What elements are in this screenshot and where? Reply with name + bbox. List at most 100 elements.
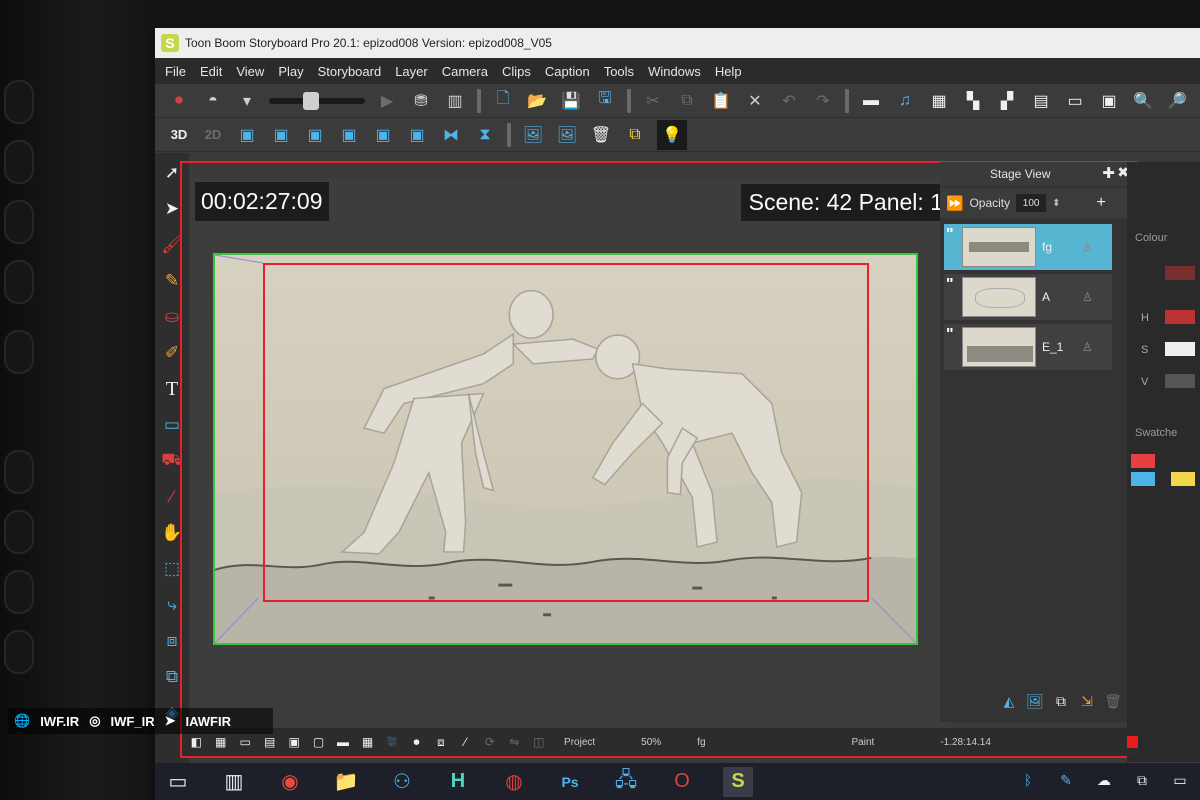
cut-icon[interactable]: ✂ <box>641 90 665 112</box>
safe-area-icon[interactable]: ▭ <box>236 732 254 752</box>
network-icon[interactable]: 🖧 <box>611 767 641 797</box>
field-guide-icon[interactable]: ▤ <box>260 732 278 752</box>
zoom-level[interactable]: 50% <box>641 737 661 748</box>
add-bitmap-layer-icon[interactable]: 🖼 <box>1026 690 1044 712</box>
h-app-icon[interactable]: H <box>443 767 473 797</box>
chrome-icon[interactable]: ◉ <box>275 767 305 797</box>
record-icon[interactable]: ⏺ <box>167 90 191 112</box>
menu-play[interactable]: Play <box>278 64 303 79</box>
thumbnails-icon[interactable]: ▞ <box>995 90 1019 112</box>
layer-visibility-icon[interactable]: ♙ <box>1082 290 1093 304</box>
layer-row-e1[interactable]: " E_1 ♙ <box>944 324 1112 370</box>
save-icon[interactable]: 💾 <box>559 90 583 112</box>
panel-view-icon[interactable]: ▚ <box>961 90 985 112</box>
sound-icon[interactable]: ♫ <box>893 90 917 112</box>
swatches-section-label[interactable]: Swatche <box>1135 427 1177 439</box>
paste-special-icon[interactable]: ▥ <box>443 90 467 112</box>
play-icon[interactable]: ▶ <box>375 90 399 112</box>
bluetooth-icon[interactable]: ᛒ <box>1018 769 1038 791</box>
task-view-icon[interactable]: ▭ <box>163 767 193 797</box>
save-as-icon[interactable]: 🖫 <box>593 90 617 112</box>
zoom-in-icon[interactable]: 🔍 <box>1131 90 1155 112</box>
layout-icon[interactable]: ▤ <box>1029 90 1053 112</box>
undo-icon[interactable]: ↶ <box>777 90 801 112</box>
opacity-field[interactable]: 100 <box>1016 194 1047 212</box>
plus-icon[interactable]: ✚ <box>1102 164 1115 182</box>
light-table-icon[interactable]: ⛆ <box>383 732 401 752</box>
playback-speed-slider[interactable] <box>269 91 365 110</box>
add-vector-layer-icon[interactable]: ◭ <box>1000 690 1018 712</box>
3d-icon[interactable]: 3D <box>167 124 191 146</box>
menu-help[interactable]: Help <box>715 64 742 79</box>
view-mode-select[interactable]: Project <box>564 737 595 748</box>
delete-icon[interactable]: ✕ <box>743 90 767 112</box>
zoom-out-icon[interactable]: 🔎 <box>1165 90 1189 112</box>
notification-icon[interactable]: ▭ <box>1170 769 1190 791</box>
caption-icon[interactable]: ⧈ <box>432 732 450 752</box>
merge-panel-icon[interactable]: ▣ <box>371 124 395 146</box>
grid-view-icon[interactable]: ▦ <box>927 90 951 112</box>
photoshop-icon[interactable]: Ps <box>555 767 585 797</box>
overscan-icon[interactable]: ▣ <box>285 732 303 752</box>
pen-icon[interactable]: ✎ <box>1056 769 1076 791</box>
new-scene-icon[interactable]: ▣ <box>405 124 429 146</box>
import-image-icon[interactable]: 🖼 <box>521 124 545 146</box>
connect-icon[interactable]: ⚇ <box>387 767 417 797</box>
open-folder-icon[interactable]: 📂 <box>525 90 549 112</box>
reset-view-icon[interactable]: ◫ <box>530 732 548 752</box>
storyboard-pro-icon[interactable]: S <box>723 766 753 797</box>
copy-icon[interactable]: ⧉ <box>675 90 699 112</box>
flip-icon[interactable]: ⇋ <box>505 732 523 752</box>
menu-storyboard[interactable]: Storyboard <box>318 64 382 79</box>
split-panel-icon[interactable]: ▣ <box>337 124 361 146</box>
timeline-icon[interactable]: ▭ <box>1063 90 1087 112</box>
menu-tools[interactable]: Tools <box>604 64 634 79</box>
overlay-icon[interactable]: ▣ <box>1097 90 1121 112</box>
hue-slider[interactable] <box>1165 310 1195 324</box>
menu-file[interactable]: File <box>165 64 186 79</box>
swatch-red[interactable] <box>1131 454 1155 468</box>
record-indicator-icon[interactable] <box>1126 736 1138 748</box>
saturation-slider[interactable] <box>1165 342 1195 356</box>
onion-skin-icon[interactable]: ◓ <box>201 90 225 112</box>
value-slider[interactable] <box>1165 374 1195 388</box>
layer-row-a[interactable]: " A ♙ <box>944 274 1112 320</box>
onion-skin-dropdown-icon[interactable]: ▾ <box>235 90 259 112</box>
export-image-icon[interactable]: 🖼 <box>555 124 579 146</box>
cloud-icon[interactable]: ☁ <box>1094 769 1114 791</box>
slider-thumb[interactable] <box>303 91 319 110</box>
camera-view-icon[interactable]: ◧ <box>187 732 205 752</box>
onion-icon[interactable]: ⏺ <box>407 732 425 752</box>
opera-icon[interactable]: O <box>667 767 697 797</box>
2d-icon[interactable]: 2D <box>201 124 225 146</box>
add-panel-before-icon[interactable]: ▣ <box>269 124 293 146</box>
file-explorer-icon[interactable]: 📁 <box>331 767 361 797</box>
network-tray-icon[interactable]: ⧉ <box>1132 769 1152 791</box>
duplicate-layer-icon[interactable]: ⧉ <box>1052 690 1070 712</box>
trash-icon[interactable]: 🗑 <box>589 124 613 146</box>
snap-icon[interactable]: ▥ <box>219 767 249 797</box>
table-icon[interactable]: ▦ <box>358 732 376 752</box>
menu-layer[interactable]: Layer <box>395 64 428 79</box>
delete-layer-icon[interactable]: 🗑 <box>1104 690 1122 712</box>
colour-section-label[interactable]: Colour <box>1135 232 1167 244</box>
swatch-yellow[interactable] <box>1171 472 1195 486</box>
stroke-icon[interactable]: ⁄ <box>456 732 474 752</box>
rotate-icon[interactable]: ⟳ <box>481 732 499 752</box>
menu-edit[interactable]: Edit <box>200 64 222 79</box>
copy-layer-icon[interactable]: ⧉ <box>623 124 647 146</box>
new-project-icon[interactable]: 🗋 <box>491 90 515 112</box>
menu-view[interactable]: View <box>236 64 264 79</box>
expand-layers-icon[interactable]: ⏩ <box>946 195 963 212</box>
stage-view[interactable]: 00:02:27:09 Scene: 42 Panel: 1 <box>193 178 953 738</box>
layer-visibility-icon[interactable]: ♙ <box>1082 340 1093 354</box>
frame-icon[interactable]: ▢ <box>309 732 327 752</box>
preview-icon[interactable]: ▬ <box>334 732 352 752</box>
swatch-blue[interactable] <box>1131 472 1155 486</box>
add-panel-icon[interactable]: ▣ <box>235 124 259 146</box>
messenger-icon[interactable]: ◍ <box>499 767 529 797</box>
paste-icon[interactable]: 📋 <box>709 90 733 112</box>
filmstrip-icon[interactable]: ▬ <box>859 90 883 112</box>
layer-row-fg[interactable]: " fg ♙ <box>944 224 1112 270</box>
duplicate-panel-icon[interactable]: ▣ <box>303 124 327 146</box>
